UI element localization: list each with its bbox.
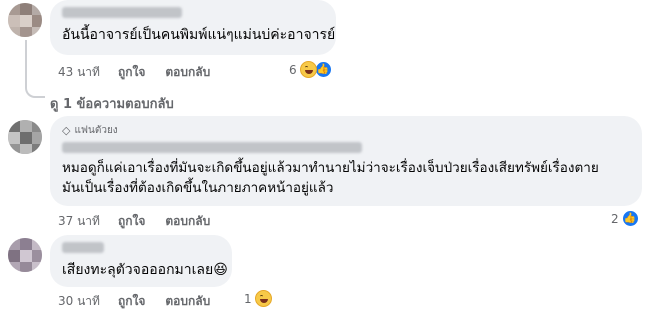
thread-line bbox=[25, 40, 27, 86]
comment-bubble: เสียงทะลุตัวจอออกมาเลย😆 bbox=[50, 235, 232, 287]
avatar[interactable] bbox=[8, 120, 42, 154]
top-fan-badge: ◇ แฟนตัวยง bbox=[62, 123, 630, 138]
comment-actions: 43 นาที ถูกใจ ตอบกลับ bbox=[58, 63, 230, 82]
reply-button[interactable]: ตอบกลับ bbox=[165, 63, 210, 82]
avatar[interactable] bbox=[8, 3, 42, 37]
haha-icon bbox=[299, 61, 317, 78]
badge-label: แฟนตัวยง bbox=[74, 125, 118, 136]
reaction-count: 2 bbox=[611, 211, 619, 226]
like-icon: 👍 bbox=[314, 61, 332, 78]
reply-button[interactable]: ตอบกลับ bbox=[165, 212, 210, 231]
comment-text: เสียงทะลุตัวจอออกมาเลย😆 bbox=[62, 262, 228, 278]
like-button[interactable]: ถูกใจ bbox=[118, 63, 145, 82]
reaction-summary[interactable]: 1 bbox=[244, 290, 272, 307]
comment-actions: 30 นาที ถูกใจ ตอบกลับ bbox=[58, 292, 230, 311]
avatar[interactable] bbox=[8, 238, 42, 272]
comment-bubble: อันนี้อาจารย์เป็นคนพิมพ์แน่ๆแม่นบ่ค่ะอาจ… bbox=[50, 0, 336, 55]
comment-actions: 37 นาที ถูกใจ ตอบกลับ bbox=[58, 212, 230, 231]
comment-text-line-2: มันเป็นเรื่องที่ต้องเกิดขึ้นในภายภาคหน้า… bbox=[62, 180, 334, 196]
timestamp[interactable]: 30 นาที bbox=[58, 292, 100, 311]
reaction-count: 1 bbox=[244, 291, 252, 306]
author-name[interactable] bbox=[62, 242, 104, 253]
thread-connector bbox=[25, 84, 45, 98]
haha-icon bbox=[254, 290, 272, 307]
view-replies-label: ดู 1 ข้อความตอบกลับ bbox=[50, 97, 174, 112]
reply-button[interactable]: ตอบกลับ bbox=[165, 292, 210, 311]
reaction-summary[interactable]: 6 👍 bbox=[289, 61, 332, 78]
comment-bubble: ◇ แฟนตัวยง หมอดูก็แค่เอาเรื่องที่มันจะเก… bbox=[50, 116, 642, 206]
like-button[interactable]: ถูกใจ bbox=[118, 292, 145, 311]
author-name[interactable] bbox=[62, 7, 182, 18]
like-icon: 👍 bbox=[621, 210, 639, 227]
comment-text: อันนี้อาจารย์เป็นคนพิมพ์แน่ๆแม่นบ่ค่ะอาจ… bbox=[62, 27, 336, 43]
timestamp[interactable]: 37 นาที bbox=[58, 212, 100, 231]
diamond-icon: ◇ bbox=[62, 124, 71, 137]
author-name[interactable] bbox=[62, 142, 362, 153]
reaction-summary[interactable]: 2 👍 bbox=[611, 210, 639, 227]
reaction-count: 6 bbox=[289, 62, 297, 77]
comment-text-line-1: หมอดูก็แค่เอาเรื่องที่มันจะเกิดขึ้นอยู่แ… bbox=[62, 160, 599, 176]
view-replies-link[interactable]: ดู 1 ข้อความตอบกลับ bbox=[50, 93, 174, 114]
like-button[interactable]: ถูกใจ bbox=[118, 212, 145, 231]
timestamp[interactable]: 43 นาที bbox=[58, 63, 100, 82]
